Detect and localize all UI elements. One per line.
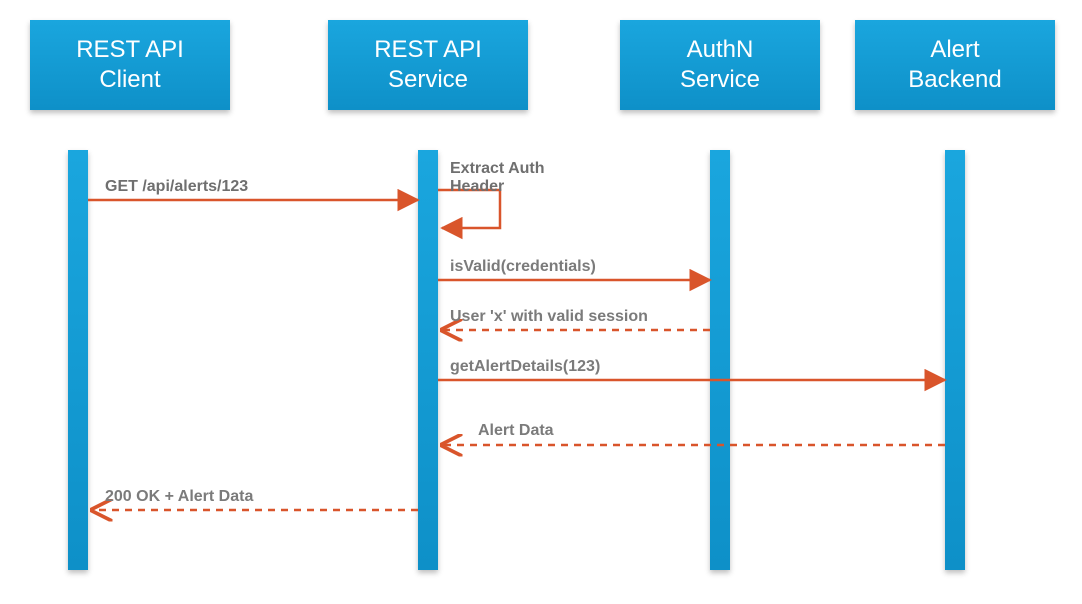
label-get-alert-details: getAlertDetails(123) (450, 358, 600, 376)
label-extract-auth: Extract Auth Header (450, 160, 545, 196)
label-user-valid-session: User 'x' with valid session (450, 308, 648, 326)
label-isvalid: isValid(credentials) (450, 258, 596, 276)
sequence-arrows (0, 0, 1082, 604)
label-200-ok: 200 OK + Alert Data (105, 488, 253, 506)
label-alert-data: Alert Data (478, 422, 554, 440)
label-get-request: GET /api/alerts/123 (105, 178, 248, 196)
